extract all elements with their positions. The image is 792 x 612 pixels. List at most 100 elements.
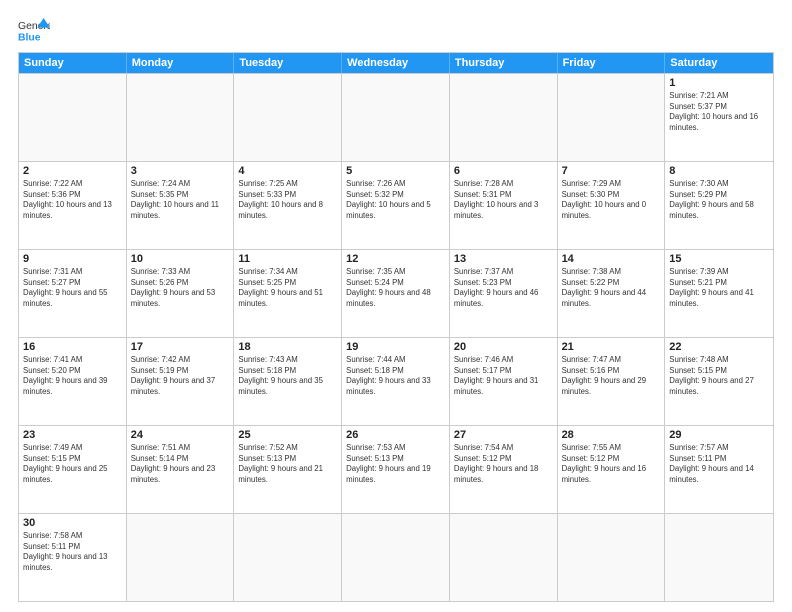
day-info: Sunrise: 7:57 AM Sunset: 5:11 PM Dayligh… [669, 443, 769, 485]
logo: General Blue [18, 16, 50, 44]
day-number: 30 [23, 517, 122, 529]
day-number: 11 [238, 253, 337, 265]
week-row-0: 1Sunrise: 7:21 AM Sunset: 5:37 PM Daylig… [19, 73, 773, 161]
week-row-3: 16 Sunrise: 7:41 AM Sunset: 5:20 PM Dayli… [19, 337, 773, 425]
day-info: Sunrise: 7:41 AM Sunset: 5:20 PM Dayligh… [23, 355, 122, 397]
cal-cell: 17Sunrise: 7:42 AM Sunset: 5:19 PM Dayli… [127, 338, 235, 425]
week-row-2: 9 Sunrise: 7:31 AM Sunset: 5:27 PM Daylig… [19, 249, 773, 337]
day-info: Sunrise: 7:28 AM Sunset: 5:31 PM Dayligh… [454, 179, 553, 221]
cal-cell [558, 74, 666, 161]
day-number: 25 [238, 429, 337, 441]
day-number: 27 [454, 429, 553, 441]
cal-cell: 11Sunrise: 7:34 AM Sunset: 5:25 PM Dayli… [234, 250, 342, 337]
cal-cell [234, 514, 342, 601]
day-info: Sunrise: 7:43 AM Sunset: 5:18 PM Dayligh… [238, 355, 337, 397]
cal-cell: 18 Sunrise: 7:43 AM Sunset: 5:18 PM Dayli… [234, 338, 342, 425]
day-info: Sunrise: 7:49 AM Sunset: 5:15 PM Dayligh… [23, 443, 122, 485]
week-row-5: 30Sunrise: 7:58 AM Sunset: 5:11 PM Dayli… [19, 513, 773, 601]
calendar-header: SundayMondayTuesdayWednesdayThursdayFrid… [19, 53, 773, 73]
cal-cell: 10 Sunrise: 7:33 AM Sunset: 5:26 PM Dayli… [127, 250, 235, 337]
cal-cell [127, 514, 235, 601]
day-info: Sunrise: 7:21 AM Sunset: 5:37 PM Dayligh… [669, 91, 769, 133]
cal-cell: 24Sunrise: 7:51 AM Sunset: 5:14 PM Dayli… [127, 426, 235, 513]
cal-cell: 20 Sunrise: 7:46 AM Sunset: 5:17 PM Dayli… [450, 338, 558, 425]
day-info: Sunrise: 7:22 AM Sunset: 5:36 PM Dayligh… [23, 179, 122, 221]
cal-cell [342, 74, 450, 161]
cal-cell: 16 Sunrise: 7:41 AM Sunset: 5:20 PM Dayli… [19, 338, 127, 425]
cal-cell: 5Sunrise: 7:26 AM Sunset: 5:32 PM Daylig… [342, 162, 450, 249]
cal-cell: 30Sunrise: 7:58 AM Sunset: 5:11 PM Dayli… [19, 514, 127, 601]
day-number: 18 [238, 341, 337, 353]
day-number: 6 [454, 165, 553, 177]
header-day-monday: Monday [127, 53, 235, 73]
cal-cell: 13 Sunrise: 7:37 AM Sunset: 5:23 PM Dayli… [450, 250, 558, 337]
cal-cell: 22Sunrise: 7:48 AM Sunset: 5:15 PM Dayli… [665, 338, 773, 425]
cal-cell [665, 514, 773, 601]
cal-cell [127, 74, 235, 161]
header-day-sunday: Sunday [19, 53, 127, 73]
calendar-page: General Blue SundayMondayTuesdayWednesda… [0, 0, 792, 612]
day-info: Sunrise: 7:46 AM Sunset: 5:17 PM Dayligh… [454, 355, 553, 397]
day-info: Sunrise: 7:47 AM Sunset: 5:16 PM Dayligh… [562, 355, 661, 397]
day-info: Sunrise: 7:25 AM Sunset: 5:33 PM Dayligh… [238, 179, 337, 221]
day-info: Sunrise: 7:52 AM Sunset: 5:13 PM Dayligh… [238, 443, 337, 485]
day-number: 7 [562, 165, 661, 177]
day-info: Sunrise: 7:55 AM Sunset: 5:12 PM Dayligh… [562, 443, 661, 485]
cal-cell: 12 Sunrise: 7:35 AM Sunset: 5:24 PM Dayli… [342, 250, 450, 337]
day-number: 16 [23, 341, 122, 353]
day-info: Sunrise: 7:30 AM Sunset: 5:29 PM Dayligh… [669, 179, 769, 221]
cal-cell: 7 Sunrise: 7:29 AM Sunset: 5:30 PM Daylig… [558, 162, 666, 249]
day-number: 2 [23, 165, 122, 177]
day-number: 9 [23, 253, 122, 265]
cal-cell [450, 514, 558, 601]
day-number: 5 [346, 165, 445, 177]
day-number: 15 [669, 253, 769, 265]
cal-cell [19, 74, 127, 161]
day-info: Sunrise: 7:37 AM Sunset: 5:23 PM Dayligh… [454, 267, 553, 309]
svg-text:Blue: Blue [18, 32, 41, 43]
day-number: 29 [669, 429, 769, 441]
header-day-tuesday: Tuesday [234, 53, 342, 73]
cal-cell: 2 Sunrise: 7:22 AM Sunset: 5:36 PM Daylig… [19, 162, 127, 249]
day-number: 14 [562, 253, 661, 265]
day-number: 12 [346, 253, 445, 265]
day-info: Sunrise: 7:31 AM Sunset: 5:27 PM Dayligh… [23, 267, 122, 309]
day-info: Sunrise: 7:33 AM Sunset: 5:26 PM Dayligh… [131, 267, 230, 309]
cal-cell [234, 74, 342, 161]
cal-cell: 27 Sunrise: 7:54 AM Sunset: 5:12 PM Dayli… [450, 426, 558, 513]
day-info: Sunrise: 7:44 AM Sunset: 5:18 PM Dayligh… [346, 355, 445, 397]
cal-cell: 6 Sunrise: 7:28 AM Sunset: 5:31 PM Daylig… [450, 162, 558, 249]
day-number: 28 [562, 429, 661, 441]
day-number: 13 [454, 253, 553, 265]
day-info: Sunrise: 7:54 AM Sunset: 5:12 PM Dayligh… [454, 443, 553, 485]
cal-cell: 21 Sunrise: 7:47 AM Sunset: 5:16 PM Dayli… [558, 338, 666, 425]
day-number: 10 [131, 253, 230, 265]
cal-cell: 28 Sunrise: 7:55 AM Sunset: 5:12 PM Dayli… [558, 426, 666, 513]
day-info: Sunrise: 7:42 AM Sunset: 5:19 PM Dayligh… [131, 355, 230, 397]
logo-icon: General Blue [18, 16, 50, 44]
page-header: General Blue [18, 16, 774, 44]
day-info: Sunrise: 7:35 AM Sunset: 5:24 PM Dayligh… [346, 267, 445, 309]
cal-cell [342, 514, 450, 601]
cal-cell: 15Sunrise: 7:39 AM Sunset: 5:21 PM Dayli… [665, 250, 773, 337]
cal-cell: 3Sunrise: 7:24 AM Sunset: 5:35 PM Daylig… [127, 162, 235, 249]
day-number: 21 [562, 341, 661, 353]
day-info: Sunrise: 7:48 AM Sunset: 5:15 PM Dayligh… [669, 355, 769, 397]
cal-cell [450, 74, 558, 161]
calendar-body: 1Sunrise: 7:21 AM Sunset: 5:37 PM Daylig… [19, 73, 773, 601]
day-number: 24 [131, 429, 230, 441]
cal-cell: 29 Sunrise: 7:57 AM Sunset: 5:11 PM Dayli… [665, 426, 773, 513]
day-number: 26 [346, 429, 445, 441]
day-number: 20 [454, 341, 553, 353]
header-day-wednesday: Wednesday [342, 53, 450, 73]
day-number: 19 [346, 341, 445, 353]
cal-cell: 23Sunrise: 7:49 AM Sunset: 5:15 PM Dayli… [19, 426, 127, 513]
week-row-1: 2 Sunrise: 7:22 AM Sunset: 5:36 PM Daylig… [19, 161, 773, 249]
cal-cell: 1Sunrise: 7:21 AM Sunset: 5:37 PM Daylig… [665, 74, 773, 161]
cal-cell: 19 Sunrise: 7:44 AM Sunset: 5:18 PM Dayli… [342, 338, 450, 425]
cal-cell: 25 Sunrise: 7:52 AM Sunset: 5:13 PM Dayli… [234, 426, 342, 513]
header-day-friday: Friday [558, 53, 666, 73]
day-info: Sunrise: 7:38 AM Sunset: 5:22 PM Dayligh… [562, 267, 661, 309]
day-number: 3 [131, 165, 230, 177]
day-info: Sunrise: 7:29 AM Sunset: 5:30 PM Dayligh… [562, 179, 661, 221]
